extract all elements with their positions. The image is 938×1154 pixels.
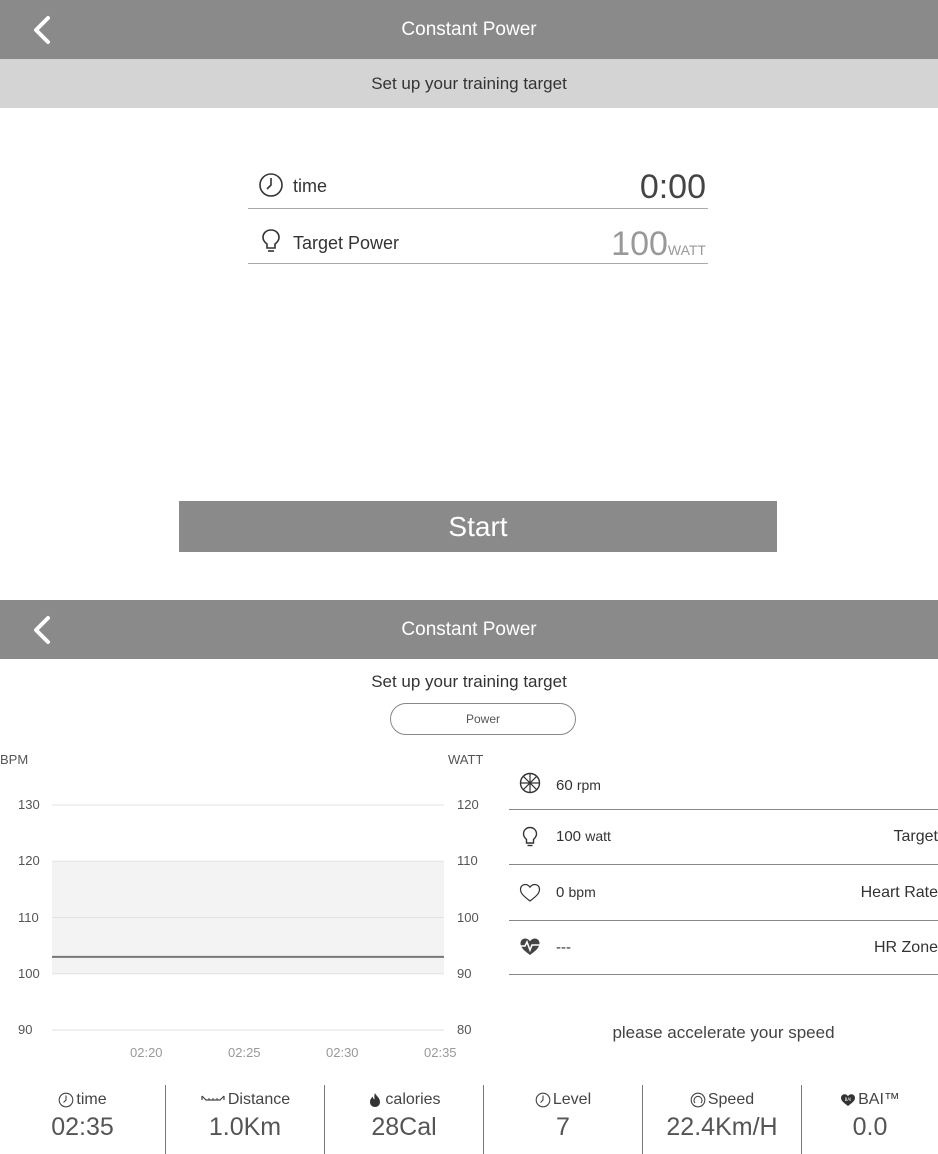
heart-pulse-icon bbox=[519, 938, 541, 955]
target-value: 100 watt bbox=[556, 828, 611, 845]
x-tick-label: 02:35 bbox=[424, 1045, 457, 1060]
svg-text:BAI: BAI bbox=[845, 1097, 852, 1102]
heart-rate-row: 0 bpm Heart Rate bbox=[509, 865, 938, 921]
metric-distance: Distance 1.0Km bbox=[166, 1085, 324, 1154]
clock-icon bbox=[59, 1092, 74, 1108]
clock-icon bbox=[535, 1092, 551, 1108]
metric-time-label: time bbox=[76, 1091, 107, 1108]
metric-speed-label: Speed bbox=[707, 1091, 755, 1108]
time-field[interactable]: time 0:00 bbox=[248, 160, 708, 209]
bai-heart-icon: BAI bbox=[841, 1094, 856, 1106]
cadence-value: 60 rpm bbox=[556, 777, 601, 794]
heart-rate-number: 0 bbox=[556, 884, 565, 901]
target-row: 100 watt Target bbox=[509, 810, 938, 865]
speed-icon bbox=[690, 1092, 706, 1108]
cadence-row: 60 rpm bbox=[509, 760, 938, 810]
target-power-value: 100 bbox=[611, 225, 668, 263]
metric-time: time 02:35 bbox=[0, 1085, 165, 1154]
right-tick-label: 110 bbox=[457, 853, 478, 869]
right-tick-label: 120 bbox=[457, 797, 479, 812]
time-value: 0:00 bbox=[639, 168, 706, 206]
bulb-icon bbox=[262, 229, 280, 252]
heart-rate-value: 0 bpm bbox=[556, 884, 596, 901]
metric-speed-value: 22.4Km/H bbox=[666, 1113, 778, 1141]
clock-icon bbox=[259, 173, 283, 197]
left-tick-label: 110 bbox=[18, 909, 39, 925]
metric-calories: calories 28Cal bbox=[325, 1085, 483, 1154]
metric-level-value: 7 bbox=[556, 1113, 570, 1141]
metric-bai-value: 0.0 bbox=[852, 1113, 888, 1141]
time-label: time bbox=[293, 176, 328, 196]
metric-bai: BAI BAI™ 0.0 bbox=[802, 1085, 938, 1154]
left-tick-label: 130 bbox=[18, 797, 40, 812]
x-tick-label: 02:30 bbox=[326, 1045, 359, 1060]
x-tick-label: 02:20 bbox=[130, 1045, 163, 1060]
cadence-number: 60 bbox=[556, 777, 573, 794]
target-label: Target bbox=[893, 828, 938, 845]
cadence-unit: rpm bbox=[576, 777, 601, 793]
x-tick-label: 02:25 bbox=[228, 1045, 261, 1060]
right-tick-label: 90 bbox=[457, 965, 472, 981]
heart-outline-icon bbox=[519, 883, 541, 902]
distance-icon bbox=[201, 1095, 225, 1101]
target-power-value-group: 100WATT bbox=[611, 225, 706, 264]
metric-distance-value: 1.0Km bbox=[208, 1113, 282, 1141]
target-power-field[interactable]: Target Power 100WATT bbox=[248, 215, 708, 264]
metrics-bar: time 02:35 Distance 1.0Km calories 28Cal… bbox=[0, 1085, 938, 1154]
metric-bai-label: BAI™ bbox=[858, 1091, 900, 1108]
target-number: 100 bbox=[556, 828, 582, 845]
metric-speed: Speed 22.4Km/H bbox=[643, 1085, 801, 1154]
right-tick-label: 100 bbox=[457, 909, 479, 925]
heart-rate-unit: bpm bbox=[568, 884, 596, 900]
flame-icon bbox=[370, 1093, 381, 1107]
start-button[interactable]: Start bbox=[179, 501, 777, 552]
cadence-icon bbox=[519, 772, 541, 794]
left-tick-label: 90 bbox=[18, 1022, 33, 1037]
chart-plot bbox=[52, 804, 444, 1031]
page-title: Constant Power bbox=[401, 19, 537, 40]
hr-zone-label: HR Zone bbox=[873, 939, 938, 956]
metric-time-value: 02:35 bbox=[51, 1113, 114, 1141]
setup-screen: Constant Power Set up your training targ… bbox=[0, 0, 938, 580]
heart-rate-label: Heart Rate bbox=[860, 884, 938, 901]
metric-calories-label: calories bbox=[385, 1091, 441, 1108]
metric-calories-value: 28Cal bbox=[371, 1113, 437, 1141]
app-bar: Constant Power bbox=[0, 0, 938, 59]
bulb-icon bbox=[522, 826, 538, 847]
hr-zone-row: --- HR Zone bbox=[509, 921, 938, 975]
target-power-label: Target Power bbox=[293, 233, 400, 253]
target-unit: watt bbox=[585, 828, 611, 844]
hr-zone-value: --- bbox=[556, 939, 571, 956]
left-tick-label: 120 bbox=[18, 853, 40, 869]
target-power-unit: WATT bbox=[667, 242, 706, 258]
metric-level: Level 7 bbox=[484, 1085, 642, 1154]
metric-level-label: Level bbox=[552, 1091, 592, 1108]
status-message: please accelerate your speed bbox=[612, 1023, 835, 1042]
metric-distance-label: Distance bbox=[227, 1091, 291, 1108]
training-screen: Constant Power Set up your training targ… bbox=[0, 600, 938, 1154]
left-tick-label: 100 bbox=[18, 965, 40, 981]
right-tick-label: 80 bbox=[457, 1022, 472, 1037]
subtitle-bar: Set up your training target bbox=[0, 59, 938, 108]
